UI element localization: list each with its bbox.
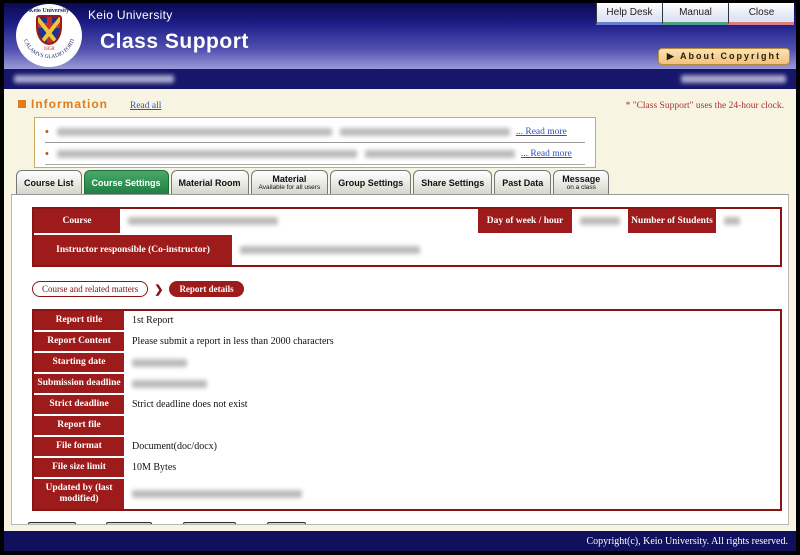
information-square-icon	[18, 100, 26, 108]
table-row: Updated by (last modified)	[34, 479, 780, 509]
day-hour-value	[574, 209, 628, 233]
row-value	[126, 374, 780, 393]
tab-past-data[interactable]: Past Data	[494, 170, 551, 194]
tab-bar: Course List Course Settings Material Roo…	[4, 168, 796, 194]
redacted-text	[365, 150, 515, 158]
instructor-header: Instructor responsible (Co-instructor)	[34, 235, 234, 265]
app-window: Keio University 1858 CALAMVS GLADIO FORT…	[4, 3, 796, 551]
table-row: Submission deadline	[34, 374, 780, 395]
svg-text:CALAMVS GLADIO FORTIOR: CALAMVS GLADIO FORTIOR	[16, 4, 76, 60]
redacted-text	[724, 217, 740, 225]
logo-motto: CALAMVS GLADIO FORTIOR	[16, 4, 76, 60]
tab-course-list[interactable]: Course List	[16, 170, 82, 194]
clock-note: * "Class Support" uses the 24-hour clock…	[626, 101, 784, 111]
day-hour-header: Day of week / hour	[478, 209, 574, 233]
table-row: File size limit 10M Bytes	[34, 458, 780, 479]
tab-group-settings[interactable]: Group Settings	[330, 170, 411, 194]
table-row: Strict deadline Strict deadline does not…	[34, 395, 780, 416]
header: Keio University 1858 CALAMVS GLADIO FORT…	[4, 3, 796, 69]
redacted-text	[240, 246, 420, 254]
table-row: File format Document(doc/docx)	[34, 437, 780, 458]
header-buttons: Help Desk Manual Close	[596, 3, 794, 25]
session-bar	[4, 69, 796, 89]
redacted-text	[57, 128, 332, 136]
information-box: • ... Read more • ... Read more	[34, 117, 596, 168]
close-button[interactable]: Close	[728, 3, 794, 25]
information-title: Information	[31, 97, 108, 111]
redacted-session-text	[14, 75, 174, 83]
course-header: Course	[34, 209, 122, 233]
course-summary-table: Course Day of week / hour Number of Stud…	[32, 207, 782, 267]
row-value	[126, 353, 780, 372]
bullet-icon: •	[45, 126, 49, 138]
students-value	[718, 209, 780, 233]
redacted-text	[132, 380, 207, 388]
keio-logo: Keio University 1858 CALAMVS GLADIO FORT…	[16, 4, 82, 67]
row-value	[126, 479, 780, 509]
copyright-text: Copyright(c), Keio University. All right…	[586, 536, 788, 547]
row-value: Strict deadline does not exist	[126, 395, 780, 414]
row-label: Report file	[34, 416, 126, 435]
course-value	[122, 209, 478, 233]
tab-material[interactable]: MaterialAvailable for all users	[251, 170, 329, 194]
information-section: Information Read all * "Class Support" u…	[4, 89, 796, 168]
instructor-value	[234, 235, 780, 265]
read-more-link[interactable]: ... Read more	[521, 149, 572, 159]
row-value: Document(doc/docx)	[126, 437, 780, 456]
row-label: Starting date	[34, 353, 126, 372]
list-item: • ... Read more	[45, 121, 585, 143]
tab-course-settings[interactable]: Course Settings	[84, 170, 169, 194]
row-value: Please submit a report in less than 2000…	[126, 332, 780, 351]
table-row: Starting date	[34, 353, 780, 374]
tab-share-settings[interactable]: Share Settings	[413, 170, 492, 194]
row-label: Report title	[34, 311, 126, 330]
redacted-datetime-text	[681, 75, 786, 83]
chevron-right-icon: ❯	[154, 283, 163, 296]
read-more-link[interactable]: ... Read more	[516, 127, 567, 137]
row-label: Report Content	[34, 332, 126, 351]
table-row: Report title 1st Report	[34, 311, 780, 332]
row-label: File size limit	[34, 458, 126, 477]
manual-button[interactable]: Manual	[662, 3, 728, 25]
breadcrumb-report-details[interactable]: Report details	[169, 281, 243, 297]
page-title: Class Support	[100, 30, 249, 54]
report-details-table: Report title 1st Report Report Content P…	[32, 309, 782, 511]
row-label: Strict deadline	[34, 395, 126, 414]
table-row: Report Content Please submit a report in…	[34, 332, 780, 353]
row-label: Updated by (last modified)	[34, 479, 126, 509]
redacted-text	[580, 217, 620, 225]
header-titles: Keio University Class Support	[88, 8, 249, 54]
help-desk-button[interactable]: Help Desk	[596, 3, 662, 25]
redacted-text	[132, 490, 302, 498]
footer: Copyright(c), Keio University. All right…	[4, 531, 796, 551]
university-name: Keio University	[88, 8, 249, 22]
students-header: Number of Students	[628, 209, 718, 233]
about-copyright-button[interactable]: ▶ About Copyright	[658, 48, 790, 65]
redacted-text	[340, 128, 510, 136]
bullet-icon: •	[45, 148, 49, 160]
row-label: Submission deadline	[34, 374, 126, 393]
redacted-text	[132, 359, 187, 367]
logo-motto-arc: CALAMVS GLADIO FORTIOR	[16, 4, 82, 67]
tab-material-room[interactable]: Material Room	[171, 170, 249, 194]
redacted-text	[57, 150, 357, 158]
read-all-link[interactable]: Read all	[130, 101, 161, 111]
row-value: 10M Bytes	[126, 458, 780, 477]
row-value: 1st Report	[126, 311, 780, 330]
row-value	[126, 416, 780, 435]
breadcrumb-course-matters[interactable]: Course and related matters	[32, 281, 148, 297]
table-row: Report file	[34, 416, 780, 437]
redacted-text	[128, 217, 278, 225]
main-content: Course Day of week / hour Number of Stud…	[11, 194, 789, 525]
list-item: • ... Read more	[45, 143, 585, 165]
tab-message[interactable]: Messageon a class	[553, 170, 609, 194]
breadcrumb: Course and related matters ❯ Report deta…	[32, 281, 782, 297]
row-label: File format	[34, 437, 126, 456]
